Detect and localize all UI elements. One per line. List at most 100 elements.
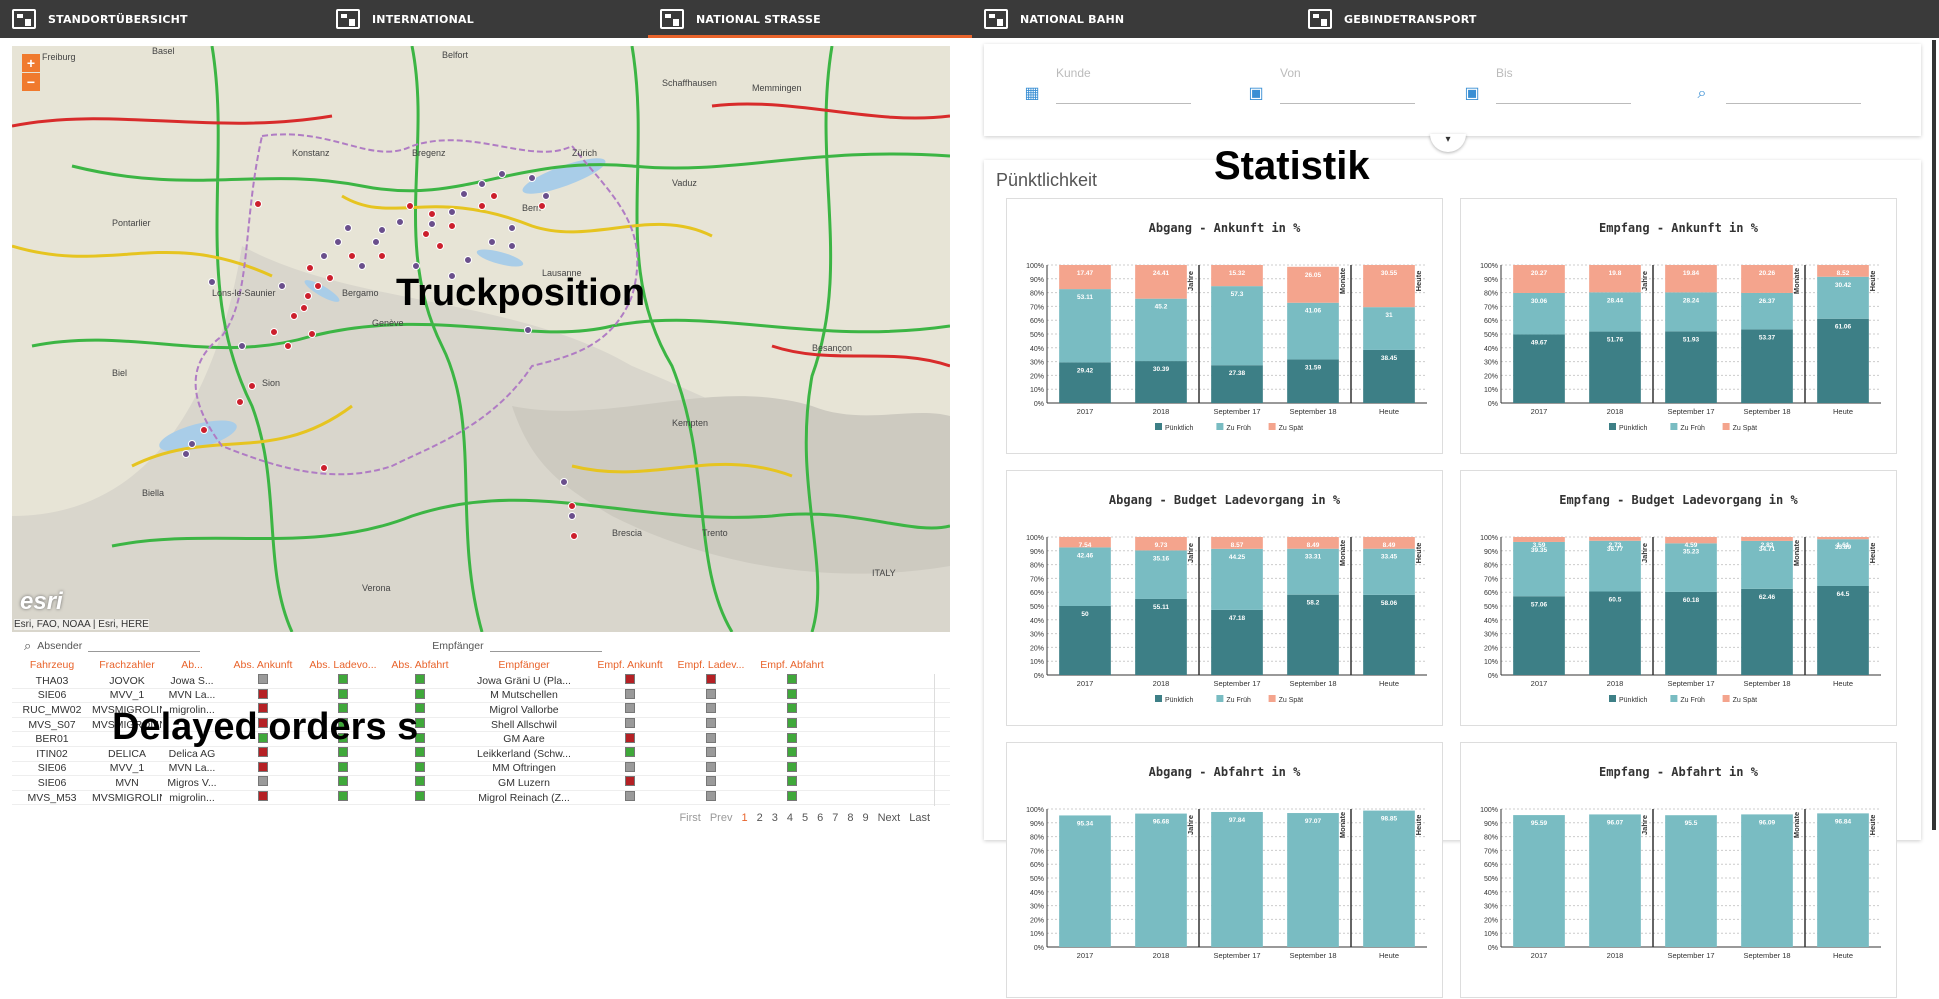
data-label: 8.57 bbox=[1231, 542, 1244, 549]
data-label: 95.34 bbox=[1077, 820, 1094, 827]
column-header[interactable]: Abs. Ladevo... bbox=[304, 659, 382, 671]
zoom-out-button[interactable]: − bbox=[22, 73, 40, 91]
tab-national-strasse[interactable]: NATIONAL STRASSE bbox=[648, 0, 972, 38]
tab-label: NATIONAL BAHN bbox=[1020, 12, 1125, 26]
data-label: 57.06 bbox=[1531, 601, 1548, 608]
data-label: 57.3 bbox=[1231, 291, 1244, 298]
data-label: 30.55 bbox=[1381, 270, 1398, 277]
column-header[interactable]: Empf. Ladev... bbox=[670, 659, 752, 671]
table-row[interactable]: SIE06 MVV_1 MVN La... M Mutschellen bbox=[12, 688, 950, 704]
truck-marker-purple bbox=[372, 238, 380, 246]
status-green bbox=[787, 776, 797, 787]
map-canvas[interactable]: Freiburg Basel Belfort Schaffhausen Konstanz… bbox=[12, 46, 950, 632]
status-cell bbox=[670, 791, 752, 804]
table-row[interactable]: SIE06 MVV_1 MVN La... MM Oftringen bbox=[12, 761, 950, 777]
status-cell bbox=[222, 747, 304, 760]
status-cell bbox=[752, 703, 832, 716]
page-scrollbar[interactable] bbox=[1932, 40, 1936, 830]
page-link[interactable]: 5 bbox=[802, 812, 808, 824]
tab-national-bahn[interactable]: NATIONAL BAHN bbox=[972, 0, 1296, 38]
data-label: 98.85 bbox=[1381, 816, 1398, 823]
legend-swatch bbox=[1670, 423, 1678, 430]
cell-frachzahler: MVV_1 bbox=[109, 762, 145, 775]
search-input[interactable] bbox=[1726, 66, 1861, 104]
status-green bbox=[787, 791, 797, 802]
column-header[interactable]: Frachzahler bbox=[92, 659, 162, 671]
legend-swatch bbox=[1609, 423, 1616, 430]
data-label: 27.38 bbox=[1229, 370, 1246, 377]
expand-chevron-icon[interactable]: ▾ bbox=[1430, 134, 1466, 152]
tab-international[interactable]: INTERNATIONAL bbox=[324, 0, 648, 38]
y-tick-label: 100% bbox=[1026, 807, 1044, 814]
y-tick-label: 20% bbox=[1484, 645, 1498, 652]
absender-filter-input[interactable] bbox=[88, 640, 201, 652]
table-row[interactable]: ITIN02 DELICA Delica AG Leikkerland (Schw..… bbox=[12, 747, 950, 762]
y-tick-label: 40% bbox=[1030, 346, 1044, 353]
status-cell bbox=[222, 761, 304, 775]
legend-label: Zu Früh bbox=[1680, 697, 1705, 704]
table-row[interactable]: THA03 JOVOK Jowa S... Jowa Gräni U (Pla... bbox=[12, 674, 950, 689]
data-label: 96.09 bbox=[1759, 819, 1776, 826]
next-page-link[interactable]: Next bbox=[878, 812, 901, 824]
x-tick-label: Heute bbox=[1833, 951, 1853, 960]
kunde-input[interactable]: Kunde bbox=[1056, 66, 1191, 104]
data-label: 17.47 bbox=[1077, 270, 1094, 277]
status-gray bbox=[706, 761, 716, 772]
map-view[interactable]: Freiburg Basel Belfort Schaffhausen Konstanz… bbox=[12, 46, 950, 632]
page-link[interactable]: 8 bbox=[847, 812, 853, 824]
von-input[interactable]: Von bbox=[1280, 66, 1415, 104]
y-tick-label: 40% bbox=[1484, 618, 1498, 625]
table-row[interactable]: SIE06 MVN Migros V... GM Luzern bbox=[12, 776, 950, 791]
data-label: 47.18 bbox=[1229, 615, 1246, 622]
table-row[interactable]: MVS_M53 MVSMIGROLINO migrolin... Migrol Rei… bbox=[12, 791, 950, 806]
page-link[interactable]: 4 bbox=[787, 812, 793, 824]
tab-gebindetransport[interactable]: GEBINDETRANSPORT bbox=[1296, 0, 1620, 38]
statistik-label: Statistik bbox=[1214, 144, 1370, 188]
legend-swatch bbox=[1216, 695, 1224, 702]
place-label: Lons-le-Saunier bbox=[212, 288, 276, 298]
last-page-link[interactable]: Last bbox=[909, 812, 930, 824]
status-red bbox=[258, 791, 268, 802]
tab-standort-bersicht[interactable]: STANDORTÜBERSICHT bbox=[0, 0, 324, 38]
truck-marker-purple bbox=[478, 180, 486, 188]
group-label: Monate bbox=[1792, 268, 1801, 294]
cell-ab: Jowa S... bbox=[170, 674, 214, 687]
empfaenger-filter-input[interactable] bbox=[489, 640, 602, 652]
column-header[interactable]: Abs. Abfahrt bbox=[382, 659, 458, 671]
data-label: 38.45 bbox=[1381, 355, 1398, 362]
zoom-in-button[interactable]: + bbox=[22, 54, 40, 72]
pagination: First Prev 1 2 3 4 5 6 7 8 9 Next Last bbox=[679, 812, 930, 824]
truck-marker-purple bbox=[508, 242, 516, 250]
bar-segment bbox=[1135, 813, 1187, 947]
search-icon[interactable]: ⌕ bbox=[1692, 84, 1712, 104]
column-header[interactable]: Empf. Abfahrt bbox=[752, 659, 832, 671]
first-page-link[interactable]: First bbox=[679, 812, 700, 824]
column-header[interactable]: Empf. Ankunft bbox=[590, 659, 670, 671]
legend-label: Zu Früh bbox=[1226, 697, 1251, 704]
y-tick-label: 0% bbox=[1488, 673, 1498, 680]
bis-input[interactable]: Bis bbox=[1496, 66, 1631, 104]
group-label: Monate bbox=[1338, 268, 1347, 294]
status-cell bbox=[590, 674, 670, 687]
truck-marker-purple bbox=[560, 478, 568, 486]
legend-label: Zu Früh bbox=[1226, 425, 1251, 432]
column-header[interactable]: Empfänger bbox=[458, 659, 590, 671]
page-link[interactable]: 6 bbox=[817, 812, 823, 824]
column-header[interactable]: Abs. Ankunft bbox=[222, 659, 304, 671]
y-tick-label: 100% bbox=[1480, 263, 1498, 270]
prev-page-link[interactable]: Prev bbox=[710, 812, 733, 824]
status-cell bbox=[752, 791, 832, 804]
table-scrollbar[interactable] bbox=[934, 674, 946, 806]
status-gray bbox=[706, 791, 716, 802]
column-header[interactable]: Fahrzeug bbox=[12, 659, 92, 671]
bar-segment bbox=[1363, 594, 1415, 675]
page-link[interactable]: 1 bbox=[741, 812, 747, 824]
absender-filter-label: Absender bbox=[37, 640, 83, 652]
page-link[interactable]: 7 bbox=[832, 812, 838, 824]
column-header[interactable]: Ab... bbox=[162, 659, 222, 671]
page-link[interactable]: 9 bbox=[862, 812, 868, 824]
page-link[interactable]: 2 bbox=[757, 812, 763, 824]
page-link[interactable]: 3 bbox=[772, 812, 778, 824]
y-tick-label: 60% bbox=[1030, 590, 1044, 597]
status-gray bbox=[706, 718, 716, 729]
